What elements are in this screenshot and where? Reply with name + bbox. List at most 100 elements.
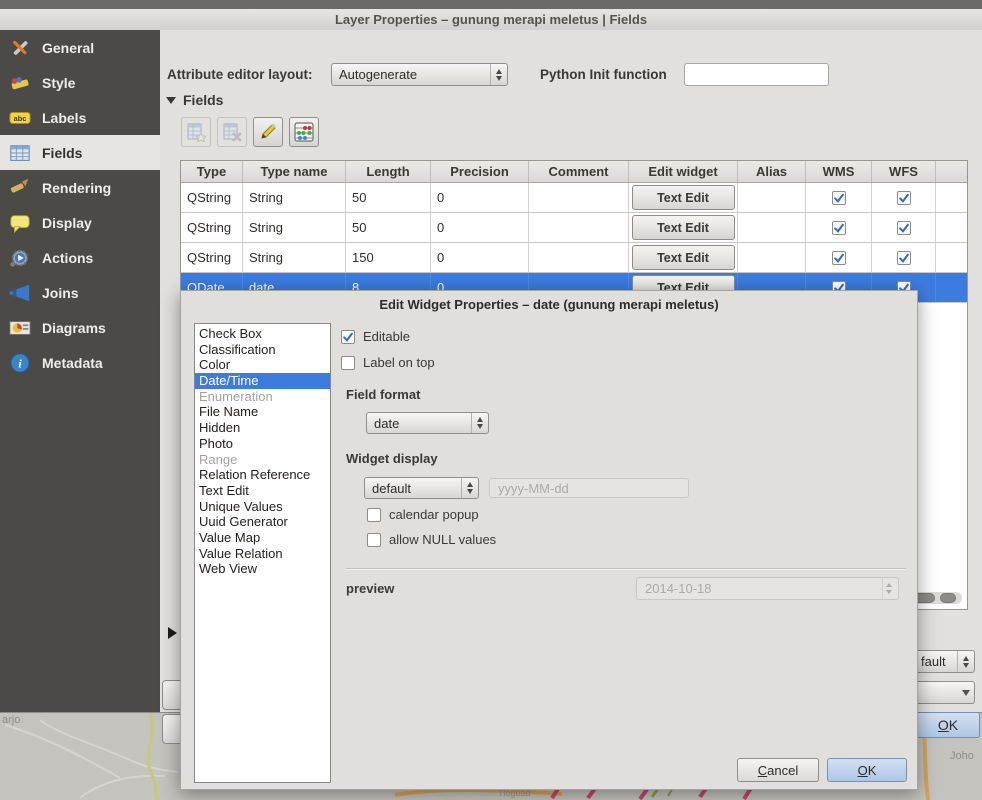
gear-play-icon — [8, 246, 32, 270]
label-on-top-checkbox-row[interactable]: Label on top — [341, 355, 435, 370]
wfs-checkbox[interactable] — [897, 251, 911, 265]
cell-alias — [738, 213, 806, 242]
sidebar-item-label: Metadata — [42, 355, 103, 371]
toggle-editing-button[interactable] — [253, 117, 283, 147]
check-icon — [833, 191, 845, 205]
sidebar: General Style abc Labels — [0, 30, 160, 712]
new-column-button[interactable] — [181, 117, 211, 147]
sidebar-item-metadata[interactable]: i Metadata — [0, 345, 160, 380]
column-header-type-name[interactable]: Type name — [243, 161, 346, 182]
calendar-popup-checkbox[interactable] — [367, 508, 381, 522]
map-place-label: Joho — [950, 750, 974, 762]
cell-length: 150 — [346, 243, 431, 272]
column-header-precision[interactable]: Precision — [431, 161, 529, 182]
column-header-type[interactable]: Type — [181, 161, 243, 182]
wfs-checkbox[interactable] — [897, 191, 911, 205]
widget-type-option[interactable]: Uuid Generator — [195, 514, 330, 530]
map-place-label: arjo — [2, 714, 20, 726]
screen: arjo Nangsri Joho Tlogoad Layer Properti… — [0, 0, 982, 800]
table-row[interactable]: QString String 150 0 Text Edit — [181, 243, 967, 273]
abacus-icon — [293, 121, 315, 143]
editable-checkbox[interactable] — [341, 330, 355, 344]
widget-type-option[interactable]: Value Map — [195, 530, 330, 546]
cell-type-name: String — [243, 183, 346, 212]
widget-type-option[interactable]: Color — [195, 357, 330, 373]
join-icon — [8, 281, 32, 305]
widget-display-combo[interactable]: default — [364, 477, 479, 499]
sidebar-item-diagrams[interactable]: Diagrams — [0, 310, 160, 345]
background-ok-button[interactable]: OK — [916, 712, 980, 738]
cell-type: QString — [181, 183, 243, 212]
table-row[interactable]: QString String 50 0 Text Edit — [181, 213, 967, 243]
abc-tag-icon: abc — [8, 106, 32, 130]
label-on-top-checkbox[interactable] — [341, 356, 355, 370]
format-string-input[interactable]: yyyy-MM-dd — [489, 478, 689, 498]
widget-type-option[interactable]: Unique Values — [195, 499, 330, 515]
sidebar-item-general[interactable]: General — [0, 30, 160, 65]
cell-alias — [738, 183, 806, 212]
wms-checkbox[interactable] — [832, 221, 846, 235]
field-calculator-button[interactable] — [289, 117, 319, 147]
ok-button[interactable]: OK — [827, 758, 907, 782]
field-format-combo[interactable]: date — [366, 412, 489, 434]
preview-label: preview — [346, 581, 394, 596]
sidebar-item-label: Fields — [42, 145, 82, 161]
wms-checkbox[interactable] — [832, 191, 846, 205]
sidebar-item-style[interactable]: Style — [0, 65, 160, 100]
spinner-arrows-icon — [490, 64, 507, 85]
scrollbar-nub[interactable] — [940, 593, 956, 603]
widget-type-option[interactable]: Classification — [195, 342, 330, 358]
sidebar-item-actions[interactable]: Actions — [0, 240, 160, 275]
sidebar-item-joins[interactable]: Joins — [0, 275, 160, 310]
fields-section-toggle[interactable]: Fields — [166, 92, 223, 108]
edit-widget-button[interactable]: Text Edit — [632, 185, 735, 210]
edit-widget-button[interactable]: Text Edit — [632, 245, 735, 270]
widget-type-option[interactable]: Check Box — [195, 326, 330, 342]
cell-type-name: String — [243, 213, 346, 242]
sidebar-item-rendering[interactable]: Rendering — [0, 170, 160, 205]
sidebar-item-fields[interactable]: Fields — [0, 135, 160, 170]
column-header-wfs[interactable]: WFS — [872, 161, 936, 182]
combo-value: Autogenerate — [332, 67, 490, 82]
button-label: Cancel — [758, 763, 798, 778]
column-header-comment[interactable]: Comment — [529, 161, 629, 182]
widget-type-list[interactable]: Check Box Classification Color Date/Time… — [194, 323, 331, 783]
widget-type-option[interactable]: Relation Reference — [195, 467, 330, 483]
column-header-alias[interactable]: Alias — [738, 161, 806, 182]
wfs-checkbox[interactable] — [897, 221, 911, 235]
sidebar-item-labels[interactable]: abc Labels — [0, 100, 160, 135]
widget-type-option[interactable]: Hidden — [195, 420, 330, 436]
cell-type: QString — [181, 243, 243, 272]
editable-checkbox-row[interactable]: Editable — [341, 329, 410, 344]
python-init-input[interactable] — [684, 63, 829, 86]
column-header-edit-widget[interactable]: Edit widget — [629, 161, 738, 182]
widget-type-option[interactable]: Value Relation — [195, 546, 330, 562]
delete-column-button[interactable] — [217, 117, 247, 147]
cancel-button[interactable]: Cancel — [737, 758, 819, 782]
column-header-length[interactable]: Length — [346, 161, 431, 182]
collapsed-section-arrow-icon[interactable] — [168, 627, 177, 639]
widget-type-option[interactable]: File Name — [195, 404, 330, 420]
widget-type-option-selected[interactable]: Date/Time — [195, 373, 330, 389]
column-header-wms[interactable]: WMS — [806, 161, 872, 182]
edit-widget-button[interactable]: Text Edit — [632, 215, 735, 240]
checkbox-label: Label on top — [363, 355, 435, 370]
cell-filler — [936, 213, 967, 242]
cell-precision: 0 — [431, 183, 529, 212]
sidebar-item-label: Diagrams — [42, 320, 106, 336]
cell-filler — [936, 243, 967, 272]
attribute-editor-layout-combo[interactable]: Autogenerate — [331, 63, 508, 86]
widget-type-option[interactable]: Photo — [195, 436, 330, 452]
sidebar-item-display[interactable]: Display — [0, 205, 160, 240]
widget-type-option[interactable]: Text Edit — [195, 483, 330, 499]
table-row[interactable]: QString String 50 0 Text Edit — [181, 183, 967, 213]
window-titlebar[interactable]: Layer Properties – gunung merapi meletus… — [0, 9, 982, 31]
sidebar-item-label: Labels — [42, 110, 86, 126]
allow-null-checkbox-row[interactable]: allow NULL values — [367, 532, 496, 547]
widget-type-option[interactable]: Web View — [195, 561, 330, 577]
calendar-popup-checkbox-row[interactable]: calendar popup — [367, 507, 479, 522]
check-icon — [833, 221, 845, 235]
wms-checkbox[interactable] — [832, 251, 846, 265]
info-icon: i — [8, 351, 32, 375]
allow-null-checkbox[interactable] — [367, 533, 381, 547]
